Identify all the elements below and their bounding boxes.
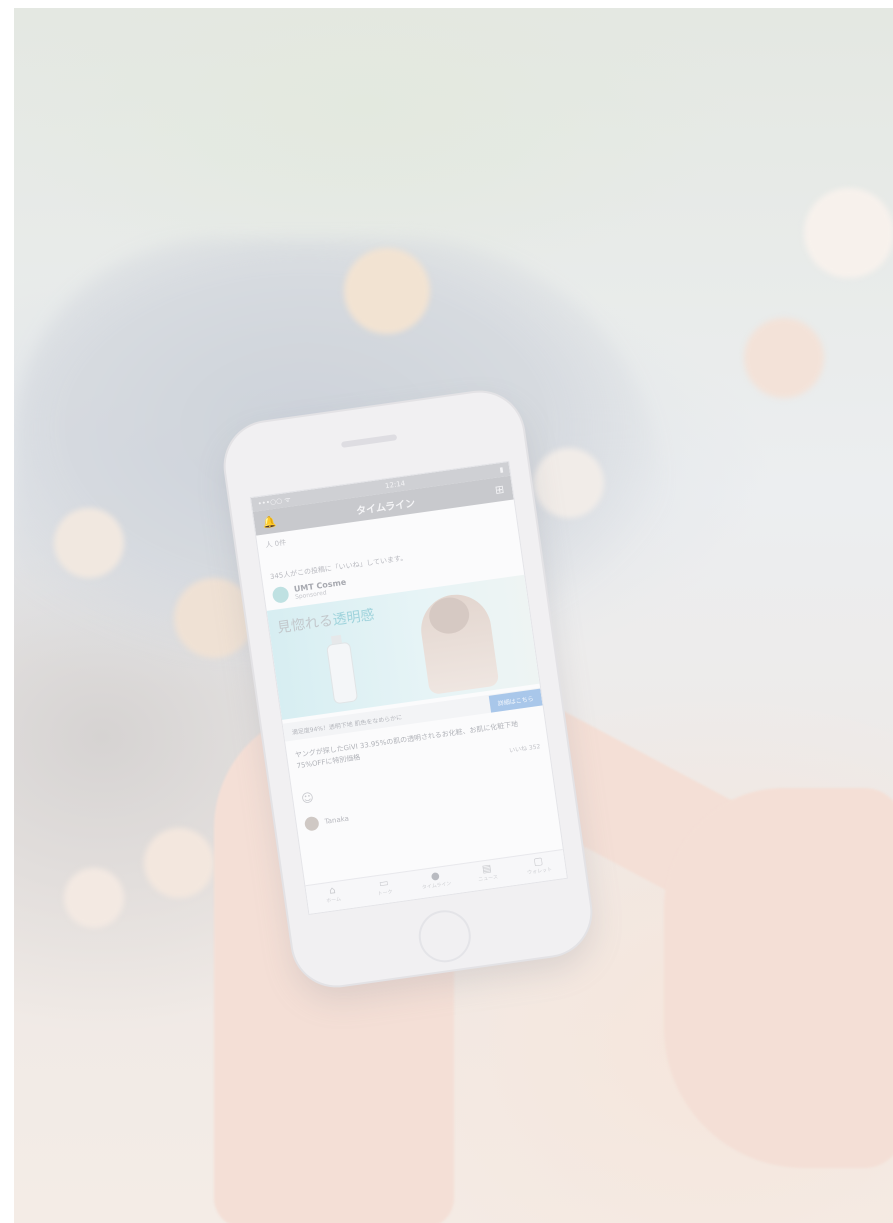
phone-screen: •••○○ ᯤ 12:14 ▮ 🔔 タイムライン ⊞ 人 0件 345人がこの投… xyxy=(249,460,568,916)
tab-talk[interactable]: ▭ トーク xyxy=(357,872,412,907)
avatar xyxy=(271,585,290,604)
next-author-name: Tanaka xyxy=(324,814,350,826)
bokeh-light xyxy=(344,248,430,334)
ad-headline-prefix: 見惚れる xyxy=(276,612,334,637)
tab-wallet[interactable]: ▢ ウォレット xyxy=(511,850,566,885)
bokeh-light xyxy=(64,868,124,928)
home-button[interactable] xyxy=(415,906,475,966)
product-bottle xyxy=(326,641,359,705)
pointing-hand-palm xyxy=(664,788,893,1168)
grid-icon[interactable]: ⊞ xyxy=(494,482,505,496)
bokeh-light xyxy=(54,508,124,578)
tab-home[interactable]: ⌂ ホーム xyxy=(305,879,360,914)
status-time: 12:14 xyxy=(384,479,406,491)
avatar xyxy=(303,815,320,832)
bokeh-light xyxy=(804,188,893,278)
bell-icon[interactable]: 🔔 xyxy=(262,514,277,529)
bokeh-light xyxy=(534,448,604,518)
tab-bar: ⌂ ホーム ▭ トーク ● タイムライン ▤ ニュース ▢ ウォレット xyxy=(305,849,567,914)
bokeh-light xyxy=(744,318,824,398)
tab-timeline[interactable]: ● タイムライン xyxy=(408,864,463,899)
battery-icon: ▮ xyxy=(498,465,504,475)
phone-speaker xyxy=(340,434,398,448)
tab-news[interactable]: ▤ ニュース xyxy=(460,857,515,892)
bokeh-light xyxy=(144,828,214,898)
ad-headline-highlight: 透明感 xyxy=(331,607,376,629)
ad-headline: 見惚れる透明感 xyxy=(276,604,376,637)
